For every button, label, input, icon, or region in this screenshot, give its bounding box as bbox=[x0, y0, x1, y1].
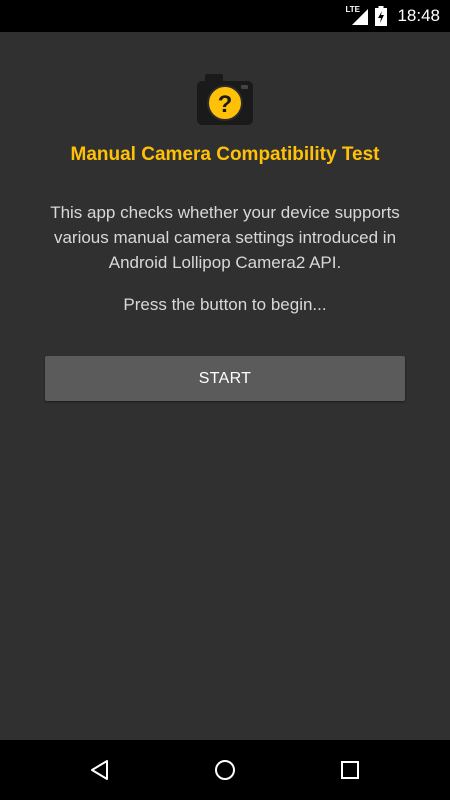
status-time: 18:48 bbox=[397, 6, 440, 25]
signal-indicator: LTE bbox=[345, 5, 369, 27]
recents-icon bbox=[341, 761, 359, 779]
back-button[interactable] bbox=[80, 750, 120, 790]
main-content: ? Manual Camera Compatibility Test This … bbox=[0, 32, 450, 740]
navigation-bar bbox=[0, 740, 450, 800]
status-bar: LTE 18:48 bbox=[0, 0, 450, 32]
app-description: This app checks whether your device supp… bbox=[50, 203, 400, 272]
start-button[interactable]: START bbox=[45, 356, 405, 401]
home-button[interactable] bbox=[205, 750, 245, 790]
battery-charging-icon bbox=[375, 6, 388, 26]
page-title: Manual Camera Compatibility Test bbox=[70, 144, 380, 165]
home-icon bbox=[215, 760, 235, 780]
signal-icon bbox=[352, 9, 369, 25]
instruction-text: Press the button to begin... bbox=[123, 295, 327, 314]
camera-question-icon: ? bbox=[195, 72, 255, 128]
svg-text:?: ? bbox=[218, 91, 233, 118]
status-icons: LTE 18:48 bbox=[345, 0, 440, 32]
back-icon bbox=[91, 760, 108, 780]
recents-button[interactable] bbox=[330, 750, 370, 790]
